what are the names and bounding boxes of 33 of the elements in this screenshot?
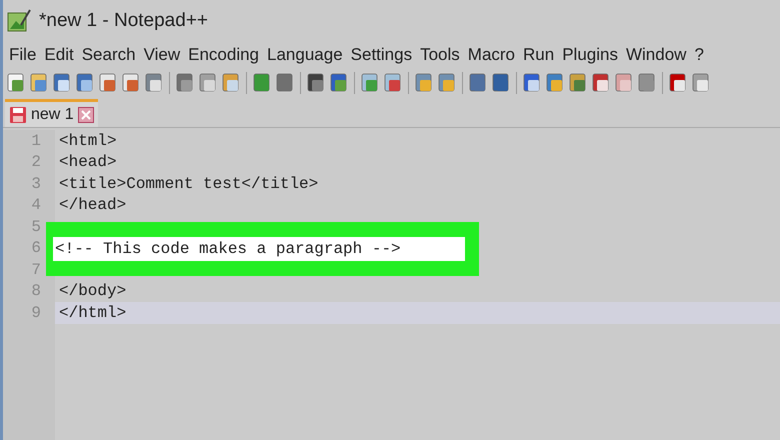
line-number: 9 xyxy=(31,302,41,324)
menu-item[interactable]: View xyxy=(140,42,184,68)
line-number: 7 xyxy=(31,260,41,281)
code-line: <head> xyxy=(59,152,117,174)
menu-item[interactable]: ? xyxy=(690,42,708,68)
line-number: 3 xyxy=(31,174,41,195)
app-logo-icon xyxy=(7,9,31,33)
line-number: 5 xyxy=(31,216,41,238)
menu-item[interactable]: Search xyxy=(78,42,140,68)
menu-item[interactable]: Settings xyxy=(346,42,416,68)
window-title: *new 1 - Notepad++ xyxy=(39,8,208,33)
close-icon[interactable] xyxy=(78,106,94,122)
menu-item[interactable]: Macro xyxy=(464,42,520,68)
menu-item[interactable]: Plugins xyxy=(558,42,622,68)
line-number: 8 xyxy=(31,281,41,302)
line-number: 4 xyxy=(31,195,41,216)
file-tab[interactable]: new 1 xyxy=(5,99,98,127)
menu-item[interactable]: Window xyxy=(622,42,690,68)
code-line: <title>Comment test</title> xyxy=(59,174,318,195)
menu-item[interactable]: Encoding xyxy=(184,42,264,68)
line-number: 6 xyxy=(31,238,41,260)
code-line: </html> xyxy=(59,302,126,324)
menu-item[interactable]: Edit xyxy=(40,42,78,68)
code-line: <!-- This code makes a paragraph --> xyxy=(55,238,401,260)
code-line: </body> xyxy=(59,281,126,302)
code-line: <html> xyxy=(59,130,117,152)
menu-item[interactable]: File xyxy=(5,42,40,68)
menu-item[interactable]: Language xyxy=(263,42,347,68)
line-number: 2 xyxy=(31,152,41,174)
code-line: </head> xyxy=(59,195,126,216)
menu-item[interactable]: Tools xyxy=(416,42,464,68)
line-number: 1 xyxy=(31,130,41,152)
menu-item[interactable]: Run xyxy=(519,42,558,68)
